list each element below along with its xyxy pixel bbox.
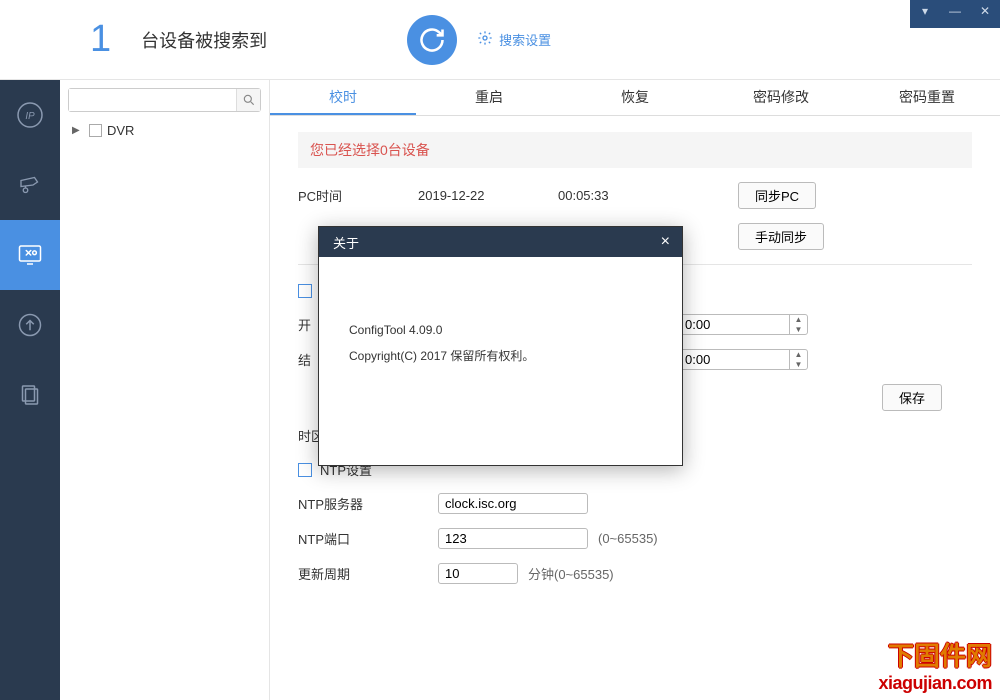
minimize-button[interactable]: — — [940, 0, 970, 22]
tree-item-dvr[interactable]: ▶ DVR — [68, 120, 261, 141]
nav-camera-icon[interactable] — [0, 150, 60, 220]
watermark-line1: 下固件网 — [878, 636, 992, 673]
pc-time-label: PC时间 — [298, 186, 418, 205]
about-dialog: 关于 × ConfigTool 4.09.0 Copyright(C) 2017… — [318, 226, 683, 466]
nav-ip-icon[interactable]: IP — [0, 80, 60, 150]
ntp-server-label: NTP服务器 — [298, 494, 418, 513]
window-controls: ▾ — ✕ — [910, 0, 1000, 28]
ntp-server-input[interactable] — [438, 493, 588, 514]
dialog-title: 关于 — [333, 233, 359, 252]
dst-checkbox[interactable] — [298, 284, 312, 298]
ntp-port-label: NTP端口 — [298, 529, 418, 548]
device-tree-panel: ▶ DVR — [60, 80, 270, 700]
gear-icon — [477, 30, 493, 49]
interval-input[interactable] — [438, 563, 518, 584]
window-menu-button[interactable]: ▾ — [910, 0, 940, 22]
ntp-port-hint: (0~65535) — [598, 531, 658, 546]
dialog-close-button[interactable]: × — [657, 233, 674, 251]
chevron-right-icon: ▶ — [72, 125, 84, 136]
copyright-text: Copyright(C) 2017 保留所有权利。 — [349, 343, 652, 369]
chevron-down-icon[interactable]: ▼ — [790, 325, 807, 335]
selection-banner: 您已经选择0台设备 — [298, 132, 972, 168]
dialog-body: ConfigTool 4.09.0 Copyright(C) 2017 保留所有… — [319, 257, 682, 390]
interval-hint: 分钟(0~65535) — [528, 564, 614, 583]
chevron-up-icon[interactable]: ▲ — [790, 350, 807, 360]
watermark: 下固件网 xiagujian.com — [878, 636, 992, 694]
nav-copy-icon[interactable] — [0, 360, 60, 430]
tree-item-label: DVR — [107, 123, 134, 138]
tab-password-reset[interactable]: 密码重置 — [854, 80, 1000, 115]
save-button[interactable]: 保存 — [882, 384, 942, 411]
start-time-spinner[interactable]: ▲▼ — [678, 314, 808, 335]
chevron-down-icon[interactable]: ▼ — [790, 360, 807, 370]
search-icon[interactable] — [236, 89, 260, 111]
tab-time-sync[interactable]: 校时 — [270, 80, 416, 115]
interval-label: 更新周期 — [298, 564, 418, 583]
dialog-titlebar[interactable]: 关于 × — [319, 227, 682, 257]
tab-restore[interactable]: 恢复 — [562, 80, 708, 115]
tree-checkbox[interactable] — [89, 124, 102, 137]
device-count: 1 — [90, 18, 111, 61]
chevron-up-icon[interactable]: ▲ — [790, 315, 807, 325]
end-time-value[interactable] — [679, 350, 789, 369]
pc-date-value: 2019-12-22 — [418, 188, 558, 203]
title-text: 台设备被搜索到 — [141, 27, 267, 53]
refresh-button[interactable] — [407, 15, 457, 65]
search-settings-link[interactable]: 搜索设置 — [477, 30, 551, 49]
tab-reboot[interactable]: 重启 — [416, 80, 562, 115]
tree-search-input[interactable] — [69, 89, 236, 111]
search-settings-label: 搜索设置 — [499, 30, 551, 49]
tree-search — [68, 88, 261, 112]
start-time-value[interactable] — [679, 315, 789, 334]
pc-clock-value: 00:05:33 — [558, 188, 698, 203]
sync-pc-button[interactable]: 同步PC — [738, 182, 816, 209]
left-sidebar: IP — [0, 0, 60, 700]
ntp-port-input[interactable] — [438, 528, 588, 549]
title-bar: 1 台设备被搜索到 搜索设置 ▾ — ✕ — [0, 0, 1000, 80]
nav-upload-icon[interactable] — [0, 290, 60, 360]
nav-tools-icon[interactable] — [0, 220, 60, 290]
manual-sync-button[interactable]: 手动同步 — [738, 223, 824, 250]
tab-password-modify[interactable]: 密码修改 — [708, 80, 854, 115]
end-time-spinner[interactable]: ▲▼ — [678, 349, 808, 370]
close-button[interactable]: ✕ — [970, 0, 1000, 22]
watermark-line2: xiagujian.com — [878, 673, 992, 694]
tabs: 校时 重启 恢复 密码修改 密码重置 — [270, 80, 1000, 116]
ntp-checkbox[interactable] — [298, 463, 312, 477]
svg-text:IP: IP — [25, 111, 35, 122]
product-version: ConfigTool 4.09.0 — [349, 317, 652, 343]
